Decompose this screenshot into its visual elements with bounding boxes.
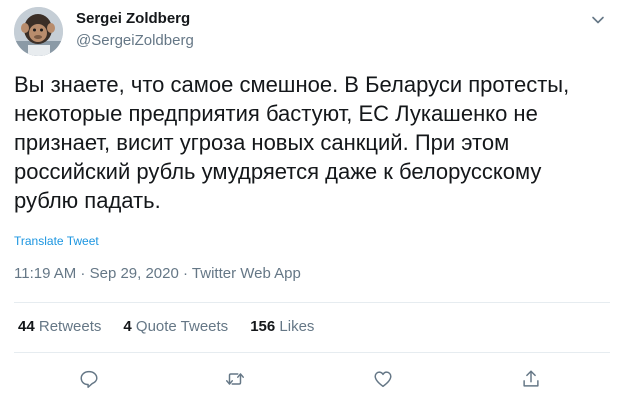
author-handle[interactable]: @SergeiZoldberg: [76, 32, 194, 50]
tweet-text: Вы знаете, что самое смешное. В Беларуси…: [14, 72, 570, 213]
likes-stat[interactable]: 156 Likes: [250, 318, 314, 336]
heart-icon[interactable]: [372, 368, 394, 390]
quote-tweets-stat[interactable]: 4 Quote Tweets: [123, 318, 228, 336]
retweet-icon[interactable]: [224, 368, 246, 390]
quote-tweets-label: Quote Tweets: [135, 318, 229, 335]
retweets-label: Retweets: [38, 318, 102, 335]
retweets-count: 44: [18, 318, 35, 335]
author-name[interactable]: Sergei Zoldberg: [76, 10, 194, 28]
avatar-image: [14, 7, 63, 56]
chevron-down-icon[interactable]: [590, 12, 606, 28]
reply-icon[interactable]: [78, 368, 100, 390]
action-bar: [0, 368, 620, 392]
divider: [14, 352, 610, 353]
tweet-meta: 11:19 AM · Sep 29, 2020 · Twitter Web Ap…: [14, 265, 301, 282]
author-info: Sergei Zoldberg @SergeiZoldberg: [76, 10, 194, 50]
likes-label: Likes: [279, 318, 315, 335]
retweets-stat[interactable]: 44 Retweets: [18, 318, 101, 336]
share-icon[interactable]: [520, 368, 542, 390]
avatar[interactable]: [14, 7, 63, 56]
likes-count: 156: [250, 318, 276, 335]
tweet-stats: 44 Retweets 4 Quote Tweets 156 Likes: [18, 318, 336, 336]
translate-tweet-link[interactable]: Translate Tweet: [14, 234, 99, 248]
divider: [14, 302, 610, 303]
quote-tweets-count: 4: [123, 318, 132, 335]
tweet-card: Sergei Zoldberg @SergeiZoldberg Вы знает…: [0, 0, 620, 403]
